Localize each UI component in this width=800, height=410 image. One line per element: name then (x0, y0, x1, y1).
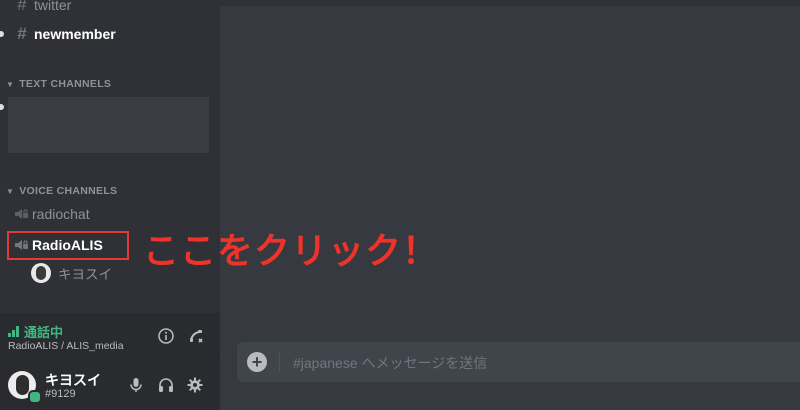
category-voice-channels[interactable]: ▼ VOICE CHANNELS (6, 185, 117, 197)
disconnect-button[interactable] (186, 326, 206, 346)
info-icon (158, 328, 174, 344)
category-label: TEXT CHANNELS (19, 78, 112, 90)
category-label: VOICE CHANNELS (19, 185, 118, 197)
unread-indicator (0, 31, 4, 37)
annotation-callout: ここをクリック！ (143, 231, 440, 272)
disconnect-icon (190, 330, 203, 343)
channel-label: twitter (34, 0, 72, 13)
deafen-button[interactable] (156, 375, 176, 395)
chevron-down-icon: ▼ (6, 186, 15, 196)
voice-connection-panel: 通話中 RadioALIS / ALIS_media (0, 313, 220, 359)
upload-button[interactable]: + (247, 352, 267, 372)
channel-item-twitter[interactable]: # twitter (8, 0, 212, 18)
channel-item-newmember[interactable]: # newmember (8, 21, 212, 47)
voice-participant[interactable]: キヨスイ (31, 263, 112, 283)
redacted-channel-block (8, 97, 209, 153)
message-composer: + (237, 342, 800, 382)
avatar (31, 263, 51, 283)
hash-icon: # (17, 0, 27, 14)
headphones-icon (159, 378, 173, 392)
speaker-lock-icon (15, 209, 28, 219)
message-input[interactable] (291, 352, 785, 374)
signal-icon (8, 326, 19, 337)
voice-status: 通話中 (8, 322, 63, 341)
voice-participant-name: キヨスイ (58, 267, 112, 282)
voice-channel-radiochat[interactable]: radiochat (14, 202, 90, 226)
user-discriminator: #9129 (45, 388, 76, 400)
voice-channel-label: radiochat (32, 206, 90, 222)
composer-divider (279, 352, 280, 372)
info-button[interactable] (156, 326, 176, 346)
category-text-channels[interactable]: ▼ TEXT CHANNELS (6, 78, 111, 90)
voice-location: RadioALIS / ALIS_media (8, 340, 124, 352)
annotation-highlight-box (7, 231, 129, 260)
channel-label: newmember (34, 26, 116, 42)
chevron-down-icon: ▼ (6, 79, 15, 89)
user-panel: キヨスイ #9129 (0, 359, 220, 410)
settings-button[interactable] (185, 375, 205, 395)
online-status-indicator (28, 390, 42, 404)
gear-icon (187, 377, 203, 393)
plus-icon: + (251, 352, 263, 372)
hash-icon: # (17, 24, 27, 43)
header-strip (220, 0, 800, 6)
voice-status-label: 通話中 (24, 325, 64, 340)
mute-button[interactable] (126, 375, 146, 395)
mic-icon (130, 378, 142, 392)
channel-sidebar: # twitter # newmember ▼ TEXT CHANNELS ▼ … (0, 0, 220, 410)
unread-indicator (0, 104, 4, 110)
username: キヨスイ (45, 372, 101, 388)
